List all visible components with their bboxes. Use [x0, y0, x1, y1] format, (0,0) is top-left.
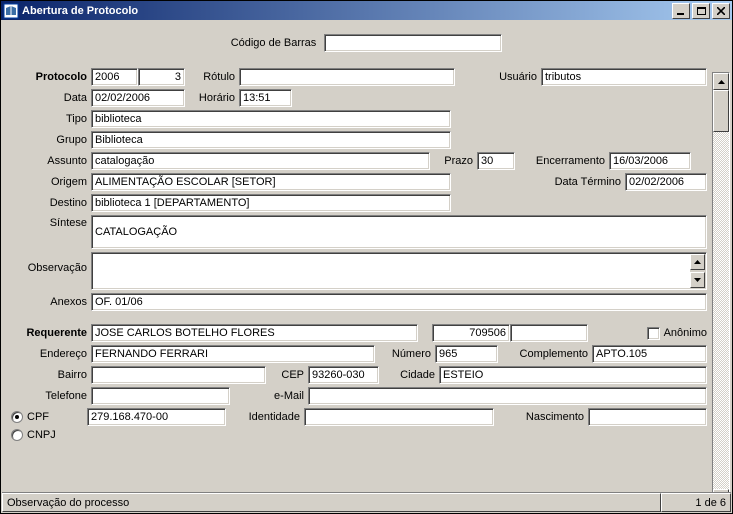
- endereco-field[interactable]: FERNANDO FERRARI: [91, 345, 375, 363]
- titlebar: Abertura de Protocolo: [1, 1, 732, 20]
- numero-field[interactable]: 965: [435, 345, 498, 363]
- grupo-label: Grupo: [7, 134, 91, 146]
- sintese-field[interactable]: CATALOGAÇÃO: [91, 215, 707, 249]
- data-label: Data: [7, 92, 91, 104]
- telefone-label: Telefone: [7, 390, 91, 402]
- horario-label: Horário: [185, 92, 239, 104]
- anexos-label: Anexos: [7, 296, 91, 308]
- identidade-label: Identidade: [226, 411, 304, 423]
- cpf-radio[interactable]: [11, 411, 23, 423]
- status-bar: Observação do processo 1 de 6: [2, 492, 731, 512]
- destino-label: Destino: [7, 197, 91, 209]
- horario-field[interactable]: 13:51: [239, 89, 292, 107]
- email-field[interactable]: [308, 387, 707, 405]
- scroll-down-icon[interactable]: [690, 272, 705, 288]
- barcode-row: Código de Barras: [7, 26, 726, 60]
- numero-label: Número: [375, 348, 435, 360]
- assunto-label: Assunto: [7, 155, 91, 167]
- nascimento-label: Nascimento: [494, 411, 588, 423]
- observacao-field[interactable]: [91, 252, 707, 290]
- endereco-label: Endereço: [7, 348, 91, 360]
- usuario-label: Usuário: [455, 71, 541, 83]
- cep-field[interactable]: 93260-030: [308, 366, 379, 384]
- protocolo-label: Protocolo: [7, 71, 91, 83]
- complemento-label: Complemento: [498, 348, 592, 360]
- status-right: 1 de 6: [661, 493, 731, 512]
- cidade-field[interactable]: ESTEIO: [439, 366, 707, 384]
- cep-label: CEP: [266, 369, 308, 381]
- scroll-thumb[interactable]: [713, 90, 729, 132]
- nascimento-field[interactable]: [588, 408, 707, 426]
- requerente-code-field[interactable]: 709506: [432, 324, 510, 342]
- close-button[interactable]: [712, 3, 730, 19]
- rotulo-label: Rótulo: [185, 71, 239, 83]
- encerramento-field[interactable]: 16/03/2006: [609, 152, 691, 170]
- complemento-field[interactable]: APTO.105: [592, 345, 707, 363]
- anonimo-checkbox[interactable]: [647, 327, 660, 340]
- origem-field[interactable]: ALIMENTAÇÃO ESCOLAR [SETOR]: [91, 173, 451, 191]
- tipo-label: Tipo: [7, 113, 91, 125]
- requerente-extra-field[interactable]: [510, 324, 588, 342]
- minimize-button[interactable]: [672, 3, 690, 19]
- protocolo-num-field[interactable]: 3: [138, 68, 185, 86]
- cpf-field[interactable]: 279.168.470-00: [87, 408, 226, 426]
- destino-field[interactable]: biblioteca 1 [DEPARTAMENTO]: [91, 194, 451, 212]
- cnpj-label: CNPJ: [27, 429, 56, 441]
- email-label: e-Mail: [230, 390, 308, 402]
- form-panel: Protocolo 2006 3 Rótulo Usuário tributos…: [7, 68, 707, 473]
- sintese-label: Síntese: [7, 215, 91, 229]
- identidade-field[interactable]: [304, 408, 494, 426]
- anonimo-label: Anônimo: [664, 327, 707, 339]
- observacao-label: Observação: [7, 252, 91, 274]
- scroll-track[interactable]: [713, 132, 729, 489]
- codigo-barras-label: Código de Barras: [231, 37, 321, 49]
- data-termino-field[interactable]: 02/02/2006: [625, 173, 707, 191]
- data-termino-label: Data Término: [451, 176, 625, 188]
- scroll-up-icon[interactable]: [713, 73, 729, 90]
- codigo-barras-field[interactable]: [324, 34, 502, 52]
- tipo-field[interactable]: biblioteca: [91, 110, 451, 128]
- anexos-field[interactable]: OF. 01/06: [91, 293, 707, 311]
- rotulo-field[interactable]: [239, 68, 455, 86]
- origem-label: Origem: [7, 176, 91, 188]
- maximize-button[interactable]: [692, 3, 710, 19]
- app-window: Abertura de Protocolo Código de Barras P…: [0, 0, 733, 514]
- window-controls: [670, 3, 730, 19]
- prazo-field[interactable]: 30: [477, 152, 515, 170]
- protocolo-year-field[interactable]: 2006: [91, 68, 138, 86]
- telefone-field[interactable]: [91, 387, 230, 405]
- grupo-field[interactable]: Biblioteca: [91, 131, 451, 149]
- bairro-label: Bairro: [7, 369, 91, 381]
- bairro-field[interactable]: [91, 366, 266, 384]
- data-field[interactable]: 02/02/2006: [91, 89, 185, 107]
- observacao-scrollbar[interactable]: [690, 254, 705, 288]
- main-scrollbar[interactable]: [712, 72, 730, 507]
- scroll-up-icon[interactable]: [690, 254, 705, 270]
- app-icon: [3, 3, 19, 19]
- window-title: Abertura de Protocolo: [22, 5, 670, 17]
- assunto-field[interactable]: catalogação: [91, 152, 430, 170]
- prazo-label: Prazo: [430, 155, 477, 167]
- requerente-label: Requerente: [7, 327, 91, 339]
- cpf-label: CPF: [27, 411, 49, 423]
- client-area: Código de Barras Protocolo 2006 3 Rótulo…: [1, 20, 732, 513]
- cidade-label: Cidade: [379, 369, 439, 381]
- requerente-field[interactable]: JOSE CARLOS BOTELHO FLORES: [91, 324, 418, 342]
- encerramento-label: Encerramento: [515, 155, 609, 167]
- cnpj-radio[interactable]: [11, 429, 23, 441]
- usuario-field[interactable]: tributos: [541, 68, 707, 86]
- status-left: Observação do processo: [2, 493, 661, 512]
